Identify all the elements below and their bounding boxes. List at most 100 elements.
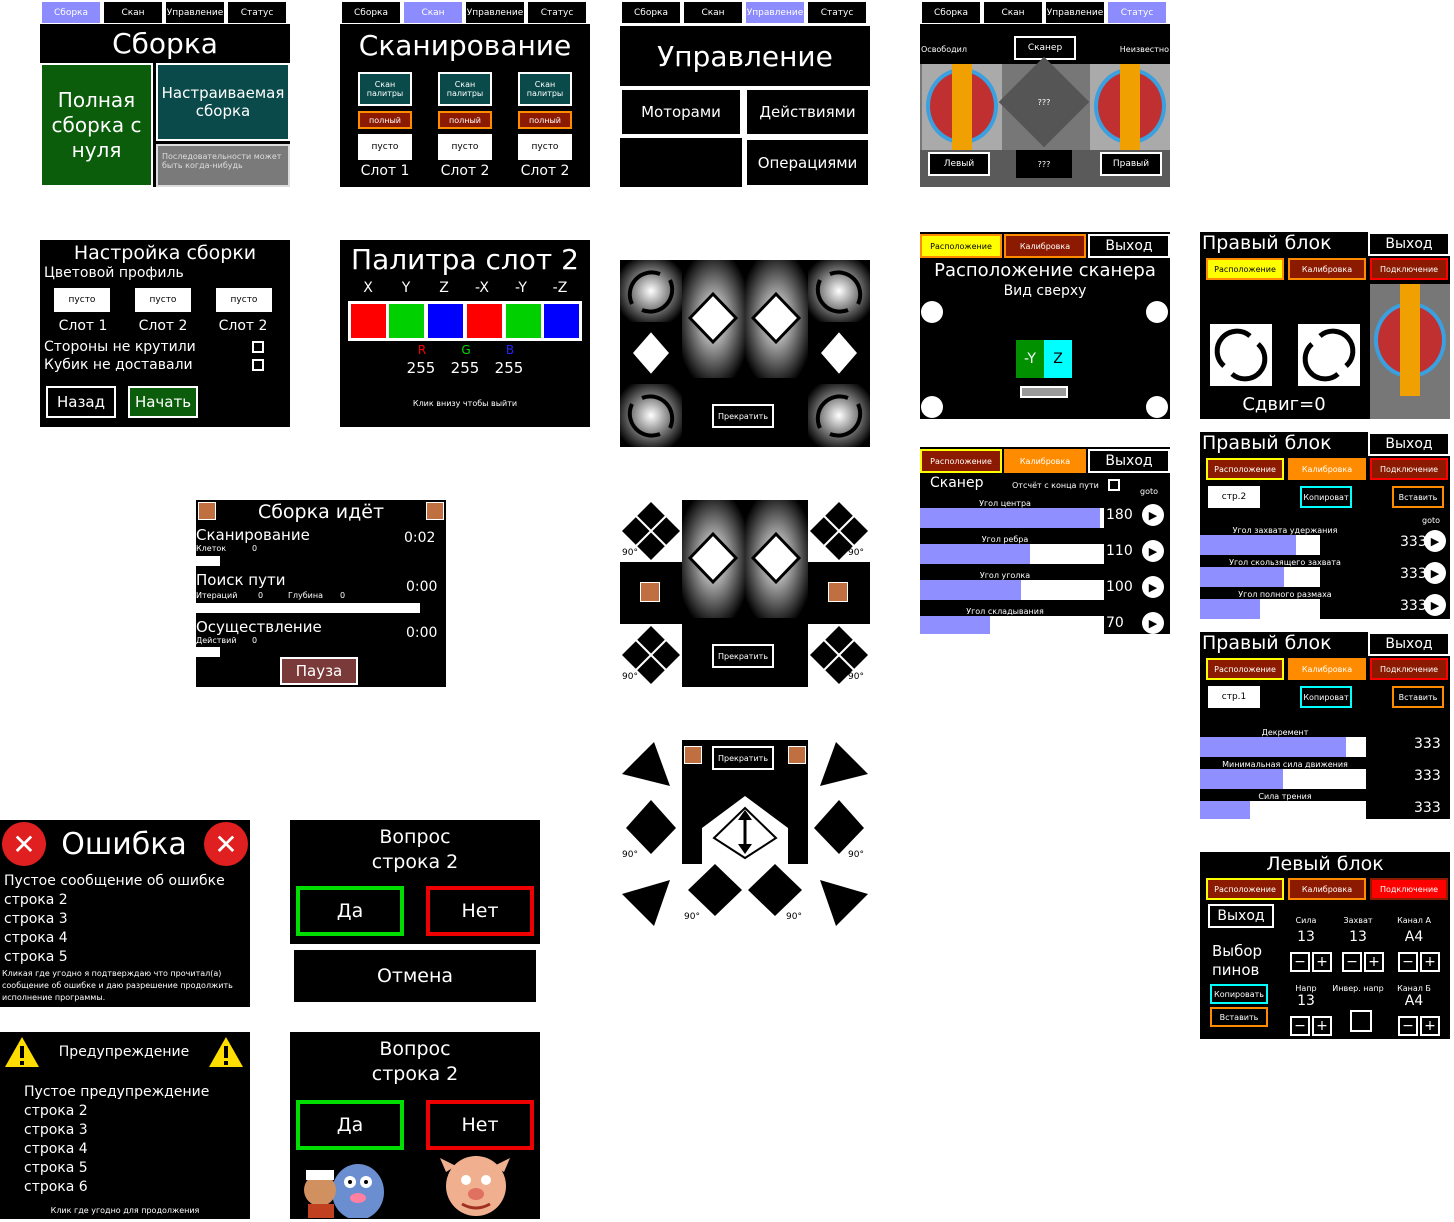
goto-button[interactable]: ▶ — [1142, 612, 1164, 634]
tab-calibration[interactable]: Калибровка — [1004, 234, 1086, 258]
stop-button[interactable]: Прекратить — [712, 644, 774, 668]
slider-track[interactable] — [920, 616, 1104, 634]
increment-button[interactable]: + — [1364, 952, 1384, 972]
tab-calibration[interactable]: Калибровка — [1288, 658, 1366, 680]
tab-control[interactable]: Управление — [466, 2, 524, 23]
invert-checkbox[interactable] — [1350, 1010, 1372, 1032]
tab-position[interactable]: Расположение — [1206, 258, 1284, 280]
increment-button[interactable]: + — [1312, 952, 1332, 972]
slider-track[interactable] — [1200, 801, 1366, 819]
scanner-button[interactable]: Сканер — [1014, 36, 1076, 60]
tab-control[interactable]: Управление — [166, 2, 224, 23]
decrement-button[interactable]: − — [1290, 952, 1310, 972]
slider-track[interactable] — [920, 544, 1104, 564]
empty-button-2[interactable]: пусто — [438, 134, 492, 160]
goto-button[interactable]: ▶ — [1142, 540, 1164, 562]
exit-button[interactable]: Выход — [1208, 904, 1274, 928]
tab-status[interactable]: Статус — [528, 2, 586, 23]
increment-button[interactable]: + — [1312, 1016, 1332, 1036]
scan-palette-button-2[interactable]: Скан палитры — [438, 72, 492, 106]
slot-3-button[interactable]: пусто — [216, 288, 272, 312]
full-button-1[interactable]: полный — [358, 111, 412, 129]
page-button[interactable]: стр.1 — [1208, 686, 1260, 708]
slider-track[interactable] — [1200, 535, 1320, 555]
tab-position[interactable]: Расположение — [1206, 458, 1284, 480]
page-button[interactable]: стр.2 — [1208, 486, 1260, 508]
paste-button[interactable]: Вставить — [1210, 1007, 1268, 1027]
goto-button[interactable]: ▶ — [1142, 576, 1164, 598]
decrement-button[interactable]: − — [1342, 952, 1362, 972]
slot-1-button[interactable]: пусто — [54, 288, 110, 312]
face-z[interactable]: Z — [1044, 340, 1072, 378]
tab-position[interactable]: Расположение — [1206, 658, 1284, 680]
copy-button[interactable]: Копироват — [1300, 686, 1352, 708]
goto-button[interactable]: ▶ — [1424, 530, 1446, 552]
tab-connection[interactable]: Подключение — [1370, 458, 1448, 480]
sequences-button[interactable]: Последовательности может быть когда-нибу… — [156, 144, 290, 187]
copy-button[interactable]: Копироват — [1300, 486, 1352, 508]
empty-button-1[interactable]: пусто — [358, 134, 412, 160]
tab-scan[interactable]: Скан — [104, 2, 162, 23]
scan-palette-button-1[interactable]: Скан палитры — [358, 72, 412, 106]
tab-position[interactable]: Расположение — [920, 234, 1002, 258]
no-button[interactable]: Нет — [426, 1100, 534, 1150]
exit-button[interactable]: Выход — [1368, 232, 1450, 256]
full-button-3[interactable]: полный — [518, 111, 572, 129]
slider-track[interactable] — [1200, 567, 1320, 587]
copy-button[interactable]: Копировать — [1210, 984, 1268, 1004]
paste-button[interactable]: Вставить — [1392, 486, 1444, 508]
custom-build-button[interactable]: Настраиваемая сборка — [156, 63, 290, 141]
exit-button[interactable]: Выход — [1368, 632, 1450, 656]
tab-position[interactable]: Расположение — [1206, 878, 1284, 900]
decrement-button[interactable]: − — [1398, 1016, 1418, 1036]
tab-scan[interactable]: Скан — [404, 2, 462, 23]
full-build-button[interactable]: Полная сборка с нуля — [40, 63, 153, 187]
exit-button[interactable]: Выход — [1088, 449, 1170, 473]
slider-track[interactable] — [1200, 769, 1366, 789]
sides-checkbox[interactable] — [252, 341, 264, 353]
tab-calibration[interactable]: Калибровка — [1288, 878, 1366, 900]
operations-button[interactable]: Операциями — [745, 138, 870, 187]
continue-hint[interactable]: Клик где угодно для продолжения — [0, 1204, 250, 1216]
stop-button[interactable]: Прекратить — [712, 746, 774, 770]
tab-scan[interactable]: Скан — [984, 2, 1042, 23]
paste-button[interactable]: Вставить — [1392, 686, 1444, 708]
tab-control[interactable]: Управление — [746, 2, 804, 23]
yes-button[interactable]: Да — [296, 1100, 404, 1150]
goto-button[interactable]: ▶ — [1424, 594, 1446, 616]
exit-hint[interactable]: Клик внизу чтобы выйти — [340, 396, 590, 410]
goto-button[interactable]: ▶ — [1142, 504, 1164, 526]
empty-button-3[interactable]: пусто — [518, 134, 572, 160]
tab-build[interactable]: Сборка — [42, 2, 100, 23]
motors-button[interactable]: Моторами — [620, 88, 742, 136]
cancel-button[interactable]: Отмена — [294, 950, 536, 1002]
color-swatch-y[interactable] — [389, 304, 424, 338]
tab-status[interactable]: Статус — [228, 2, 286, 23]
yes-button[interactable]: Да — [296, 886, 404, 936]
exit-button[interactable]: Выход — [1088, 234, 1170, 258]
increment-button[interactable]: + — [1420, 1016, 1440, 1036]
tab-connection[interactable]: Подключение — [1370, 878, 1448, 900]
increment-button[interactable]: + — [1420, 952, 1440, 972]
slider-track[interactable] — [920, 508, 1104, 528]
tab-connection[interactable]: Подключение — [1370, 258, 1448, 280]
slider-track[interactable] — [1200, 737, 1366, 757]
color-swatch-x[interactable] — [351, 304, 386, 338]
confirm-hint[interactable]: Кликая где угодно я подтверждаю что проч… — [2, 968, 248, 1004]
tab-connection[interactable]: Подключение — [1370, 658, 1448, 680]
decrement-button[interactable]: − — [1290, 1016, 1310, 1036]
tab-control[interactable]: Управление — [1046, 2, 1104, 23]
scan-palette-button-3[interactable]: Скан палитры — [518, 72, 572, 106]
left-button[interactable]: Левый — [928, 152, 990, 176]
slider-track[interactable] — [1200, 599, 1320, 619]
no-button[interactable]: Нет — [426, 886, 534, 936]
rotate-ccw-icon[interactable] — [1210, 324, 1272, 386]
exit-button[interactable]: Выход — [1368, 432, 1450, 456]
color-swatch-neg-y[interactable] — [506, 304, 541, 338]
decrement-button[interactable]: − — [1398, 952, 1418, 972]
color-swatch-z[interactable] — [428, 304, 463, 338]
tab-position[interactable]: Расположение — [920, 449, 1002, 473]
tab-scan[interactable]: Скан — [684, 2, 742, 23]
color-swatch-neg-z[interactable] — [544, 304, 579, 338]
tab-status[interactable]: Статус — [808, 2, 866, 23]
